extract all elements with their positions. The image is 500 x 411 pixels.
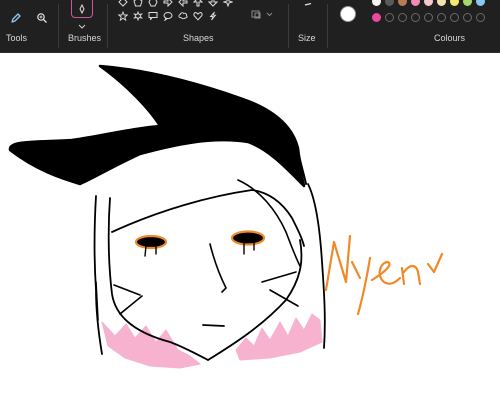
whisker-left-2 bbox=[119, 295, 143, 315]
brushes-group: Brushes bbox=[59, 0, 107, 53]
color-swatch[interactable] bbox=[463, 0, 472, 6]
size-group: Size bbox=[289, 0, 327, 53]
custom-color-swatch[interactable] bbox=[372, 13, 381, 22]
color-swatch[interactable] bbox=[411, 0, 420, 6]
callout-oval-icon bbox=[163, 12, 173, 21]
chevron-down-icon bbox=[266, 12, 273, 16]
callout-oval-shape[interactable] bbox=[163, 11, 173, 21]
empty-color-slot[interactable] bbox=[385, 13, 394, 22]
magnifier-tool-button[interactable] bbox=[32, 8, 52, 28]
four-point-star-icon bbox=[223, 0, 233, 7]
star-icon bbox=[118, 11, 128, 21]
lightning-shape[interactable] bbox=[208, 11, 218, 21]
tools-group: Tools bbox=[0, 0, 58, 53]
heart-icon bbox=[193, 12, 203, 21]
callout-rect-shape[interactable] bbox=[148, 11, 158, 21]
whisker-left-1 bbox=[113, 284, 141, 296]
arrow-left-shape[interactable] bbox=[178, 0, 188, 7]
color-swatch[interactable] bbox=[372, 0, 381, 6]
arrow-down-icon bbox=[208, 0, 218, 7]
colours-label: Colours bbox=[434, 33, 466, 43]
whisker-right-2 bbox=[269, 289, 299, 307]
empty-color-slot[interactable] bbox=[463, 13, 472, 22]
shape-fill-icon bbox=[251, 10, 261, 19]
brush-icon bbox=[79, 3, 85, 14]
toolbar-ribbon: Tools Brushes Shapes Size Colours bbox=[0, 0, 500, 53]
pencil-tool-button[interactable] bbox=[6, 8, 26, 28]
hexagon-icon bbox=[148, 0, 158, 7]
size-button[interactable] bbox=[295, 0, 321, 14]
arrow-right-icon bbox=[163, 0, 173, 7]
left-eye-tick-1 bbox=[144, 245, 147, 257]
brush-dropdown[interactable] bbox=[75, 20, 89, 32]
six-point-star-shape[interactable] bbox=[133, 11, 143, 21]
shapes-label: Shapes bbox=[183, 33, 214, 43]
head-left bbox=[93, 195, 103, 355]
pentagon-icon bbox=[133, 0, 143, 7]
pentagon-shape[interactable] bbox=[133, 0, 143, 7]
right-eye bbox=[230, 230, 266, 246]
chevron-down-icon bbox=[78, 24, 86, 29]
bangs-part bbox=[237, 179, 301, 267]
arrow-down-shape[interactable] bbox=[208, 0, 218, 7]
mouth bbox=[202, 324, 225, 327]
size-lines-icon bbox=[304, 3, 312, 6]
empty-color-slot[interactable] bbox=[411, 13, 420, 22]
arrow-up-icon bbox=[193, 0, 203, 7]
brush-button[interactable] bbox=[71, 0, 93, 18]
nyen-handwriting bbox=[324, 234, 444, 316]
lightning-icon bbox=[209, 11, 217, 21]
color-swatch[interactable] bbox=[424, 0, 433, 6]
color-palette bbox=[328, 0, 500, 30]
color-swatch[interactable] bbox=[385, 0, 394, 6]
shape-style-dropdown[interactable] bbox=[248, 6, 276, 22]
whisker-right-1 bbox=[261, 271, 297, 283]
drawing-canvas[interactable] bbox=[0, 53, 500, 411]
arrow-left-icon bbox=[178, 0, 188, 7]
pencil-icon bbox=[11, 13, 21, 23]
empty-color-slot[interactable] bbox=[476, 13, 485, 22]
six-point-star-icon bbox=[133, 11, 143, 21]
callout-cloud-icon bbox=[178, 12, 188, 20]
color-swatch[interactable] bbox=[437, 0, 446, 6]
arrow-right-shape[interactable] bbox=[163, 0, 173, 7]
drawing bbox=[8, 64, 444, 369]
hexagon-shape[interactable] bbox=[148, 0, 158, 7]
empty-color-slot[interactable] bbox=[424, 13, 433, 22]
size-label: Size bbox=[298, 33, 316, 43]
hat bbox=[8, 64, 306, 188]
color-swatch[interactable] bbox=[398, 0, 407, 6]
arrow-up-shape[interactable] bbox=[193, 0, 203, 7]
star-shape[interactable] bbox=[118, 11, 128, 21]
empty-color-slot[interactable] bbox=[437, 13, 446, 22]
brushes-label: Brushes bbox=[68, 33, 102, 43]
color-swatch[interactable] bbox=[476, 0, 485, 6]
diamond-shape[interactable] bbox=[118, 0, 128, 7]
empty-color-slot[interactable] bbox=[398, 13, 407, 22]
shapes-group: Shapes bbox=[108, 0, 288, 53]
magnifier-icon bbox=[37, 13, 47, 23]
nose bbox=[209, 243, 227, 293]
colours-group: Colours bbox=[328, 0, 500, 53]
four-point-star-shape[interactable] bbox=[223, 0, 233, 7]
pink-hair-right bbox=[235, 313, 323, 361]
callout-rect-icon bbox=[148, 12, 158, 21]
pink-hair-left bbox=[101, 321, 201, 369]
empty-color-slot[interactable] bbox=[450, 13, 459, 22]
heart-shape[interactable] bbox=[193, 11, 203, 21]
color-swatch[interactable] bbox=[450, 0, 459, 6]
callout-cloud-shape[interactable] bbox=[178, 11, 188, 21]
tools-label: Tools bbox=[6, 33, 28, 43]
diamond-icon bbox=[118, 0, 128, 7]
left-eye bbox=[134, 234, 168, 250]
